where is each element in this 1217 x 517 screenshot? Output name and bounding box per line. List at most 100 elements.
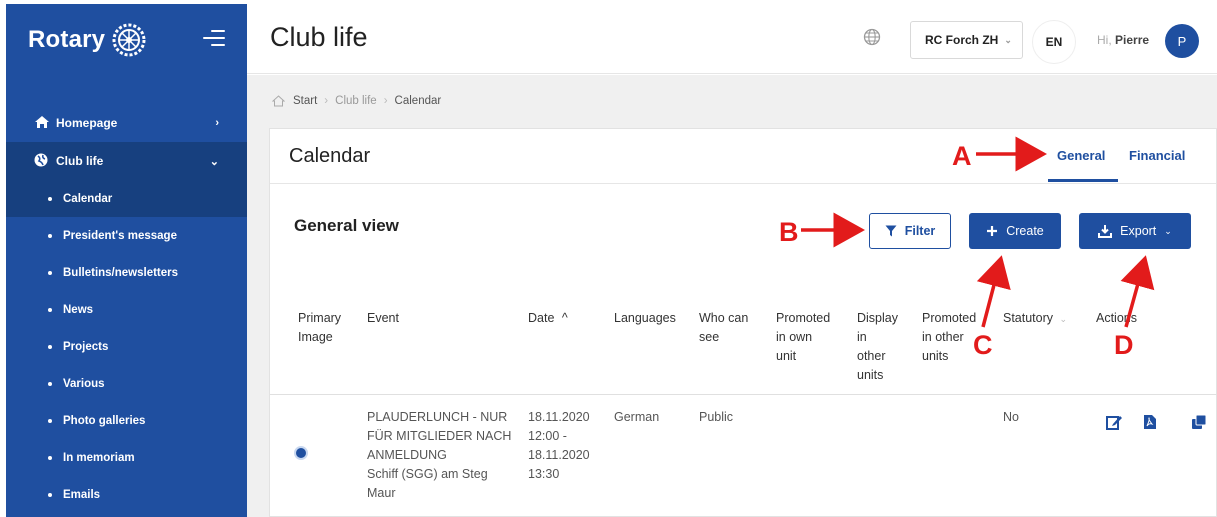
create-button[interactable]: Create — [969, 213, 1061, 249]
chevron-down-icon: ⌄ — [1059, 314, 1068, 324]
breadcrumb-start[interactable]: Start — [293, 95, 317, 107]
user-greeting: Hi, Pierre — [1097, 33, 1149, 47]
sidebar-subitem-in-memoriam[interactable]: In memoriam — [6, 439, 247, 476]
tab-general[interactable]: General — [1057, 148, 1105, 163]
col-header-line: Promoted — [776, 311, 831, 325]
bullet-icon — [48, 270, 52, 275]
sidebar-subitem-label: Photo galleries — [63, 414, 146, 427]
event-line: PLAUDERLUNCH - NUR — [367, 410, 508, 424]
bullet-icon — [48, 418, 52, 423]
filter-label: Filter — [904, 224, 936, 238]
annotation-label-d: D — [1114, 330, 1134, 360]
copy-icon[interactable] — [1191, 414, 1207, 430]
cell-event[interactable]: PLAUDERLUNCH - NUR FÜR MITGLIEDER NACH A… — [367, 408, 511, 503]
col-header-line: Promoted — [922, 311, 977, 325]
home-icon — [34, 115, 50, 131]
sidebar-subitem-emails[interactable]: Emails — [6, 476, 247, 513]
chevron-down-icon: ⌄ — [209, 155, 219, 168]
col-header-line: Image — [298, 330, 333, 344]
sidebar-subitem-presidents-message[interactable]: President's message — [6, 217, 247, 254]
event-line: FÜR MITGLIEDER NACH — [367, 429, 512, 443]
bullet-icon — [48, 381, 52, 386]
breadcrumb-calendar: Calendar — [394, 95, 442, 107]
sidebar-subitem-photo-galleries[interactable]: Photo galleries — [6, 402, 247, 439]
sidebar-item-homepage[interactable]: Homepage › — [6, 104, 247, 142]
sidebar-subitem-calendar[interactable]: Calendar — [6, 180, 247, 217]
sidebar-subitem-label: Various — [63, 377, 105, 390]
col-date[interactable]: Date ^ — [528, 309, 568, 328]
bullet-icon — [48, 455, 52, 460]
col-header-line: unit — [776, 349, 797, 363]
primary-image-radio[interactable] — [294, 446, 308, 460]
col-display-other[interactable]: Display in other units — [857, 309, 898, 385]
annotation-label-b: B — [779, 217, 799, 247]
col-who-can-see[interactable]: Who can see — [699, 309, 748, 347]
pdf-icon[interactable] — [1142, 414, 1158, 430]
chevron-down-icon: ⌄ — [1004, 34, 1012, 45]
event-line: Maur — [367, 486, 396, 500]
home-icon[interactable] — [272, 95, 285, 107]
menu-toggle-icon[interactable] — [203, 30, 225, 48]
card-header: Calendar General Financial — [270, 129, 1216, 184]
sidebar-subitem-news[interactable]: News — [6, 291, 247, 328]
plus-icon — [986, 225, 998, 237]
sidebar-item-club-life[interactable]: Club life ⌄ — [6, 142, 247, 180]
table-row[interactable]: PLAUDERLUNCH - NUR FÜR MITGLIEDER NACH A… — [270, 396, 1217, 514]
chevron-right-icon: › — [215, 117, 219, 129]
greeting-text: Hi, — [1097, 33, 1112, 47]
breadcrumb-club-life[interactable]: Club life — [335, 95, 377, 107]
col-event[interactable]: Event — [367, 309, 399, 328]
date-line: 18.11.2020 — [528, 410, 590, 424]
col-header-line: units — [857, 368, 884, 382]
sidebar-subitem-label: Calendar — [63, 192, 113, 205]
rotary-wheel-icon — [112, 23, 146, 57]
bullet-icon — [48, 344, 52, 349]
page-title: Club life — [270, 22, 368, 52]
avatar[interactable]: P — [1165, 24, 1199, 58]
col-languages[interactable]: Languages — [614, 309, 676, 328]
bullet-icon — [48, 492, 52, 497]
filter-icon — [885, 225, 897, 237]
col-header-line: see — [699, 330, 720, 344]
event-line: Schiff (SGG) am Steg — [367, 467, 488, 481]
col-header-line: other — [857, 349, 886, 363]
club-select[interactable]: RC Forch ZH ⌄ — [910, 21, 1023, 59]
cell-who-can-see: Public — [699, 410, 734, 424]
language-button[interactable]: EN — [1032, 20, 1076, 64]
bullet-icon — [48, 307, 52, 312]
top-header: Club life RC Forch ZH ⌄ EN Hi, Pierre P — [247, 4, 1217, 74]
logo-text: Rotary — [28, 26, 106, 53]
sidebar-item-label: Club life — [56, 154, 104, 168]
active-tab-indicator — [1048, 179, 1118, 182]
filter-button[interactable]: Filter — [869, 213, 951, 249]
col-promoted-own[interactable]: Promoted in own unit — [776, 309, 830, 366]
col-date-label: Date — [528, 311, 555, 325]
club-select-value: RC Forch ZH — [925, 33, 999, 47]
sidebar-subitem-label: News — [63, 303, 94, 316]
sidebar-subitem-label: Projects — [63, 340, 109, 353]
col-header-line: units — [922, 349, 949, 363]
cell-languages: German — [614, 410, 660, 424]
sidebar-subitem-various[interactable]: Various — [6, 365, 247, 402]
date-line: 13:30 — [528, 467, 560, 481]
annotation-label-c: C — [973, 330, 993, 360]
date-line: 12:00 - — [528, 429, 567, 443]
breadcrumb: Start › Club life › Calendar — [272, 95, 441, 107]
bullet-icon — [48, 233, 52, 238]
view-title: General view — [294, 216, 399, 235]
tab-financial[interactable]: Financial — [1129, 148, 1185, 163]
sidebar-subitem-bulletins[interactable]: Bulletins/newsletters — [6, 254, 247, 291]
edit-icon[interactable] — [1106, 414, 1122, 430]
col-header-line: Who can — [699, 311, 749, 325]
col-header-line: in other — [922, 330, 964, 344]
export-label: Export — [1120, 224, 1157, 238]
sort-asc-icon: ^ — [561, 311, 568, 325]
col-header-line: in — [857, 330, 867, 344]
col-promoted-other[interactable]: Promoted in other units — [922, 309, 976, 366]
export-button[interactable]: Export ⌄ — [1079, 213, 1191, 249]
table-header: Primary Image Event Date ^ Languages Who… — [270, 299, 1217, 395]
sidebar-subitem-label: Emails — [63, 488, 101, 501]
globe-icon[interactable] — [863, 28, 881, 46]
sidebar-subitem-projects[interactable]: Projects — [6, 328, 247, 365]
col-statutory[interactable]: Statutory ⌄ — [1003, 309, 1067, 329]
